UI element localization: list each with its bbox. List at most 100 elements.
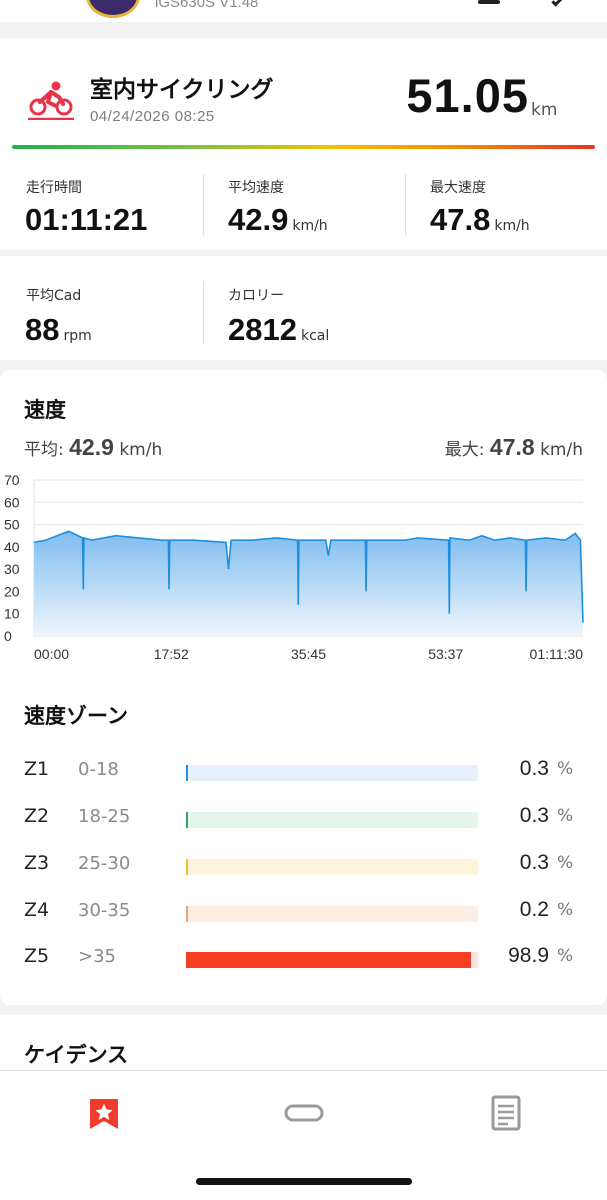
divider <box>203 282 204 344</box>
max-speed-unit: km/h <box>494 218 530 234</box>
avg-speed-unit: km/h <box>292 218 328 234</box>
distance-value: 51.05 <box>406 69 529 122</box>
bookmark-star-icon[interactable] <box>84 1093 124 1133</box>
y-tick-label: 60 <box>4 494 20 510</box>
y-tick-label: 10 <box>4 606 20 622</box>
avg-speed-label: 平均速度 <box>228 180 284 196</box>
zone-percent-symbol: % <box>557 853 574 873</box>
x-tick-label: 17:52 <box>154 646 189 662</box>
avg-cad-value: 88 rpm <box>25 312 92 348</box>
speed-max-label: 最大: <box>444 440 485 460</box>
speed-avg-unit: km/h <box>119 440 163 460</box>
y-tick-label: 50 <box>4 517 20 533</box>
zone-row-z5: Z5 >35 98.9% <box>0 943 607 973</box>
link-icon[interactable] <box>284 1093 324 1133</box>
zone-row-z3: Z3 25-30 0.3% <box>0 850 607 880</box>
speed-chart[interactable]: 70 60 50 40 30 20 10 0 00:00 17:52 35:45 53:37 01:11… <box>0 470 607 670</box>
zone-fill <box>186 952 471 968</box>
zone-name: Z3 <box>24 852 50 874</box>
y-tick-label: 70 <box>4 472 20 488</box>
zone-fill <box>186 765 188 781</box>
zone-track <box>186 859 478 875</box>
zone-percent-symbol: % <box>557 759 574 779</box>
home-indicator <box>196 1178 412 1185</box>
y-tick-label: 30 <box>4 561 20 577</box>
zone-percent: 0.3 <box>519 757 549 780</box>
chevron-icon[interactable] <box>551 0 563 7</box>
avg-cad-number: 88 <box>25 312 60 347</box>
zone-name: Z2 <box>24 805 50 827</box>
calories-label: カロリー <box>228 288 284 304</box>
max-speed-value: 47.8 km/h <box>430 202 530 238</box>
document-icon[interactable] <box>486 1093 526 1133</box>
calories-unit: kcal <box>300 328 330 344</box>
zone-range: 25-30 <box>78 853 131 874</box>
x-tick-label: 35:45 <box>291 646 326 662</box>
zone-track <box>186 952 478 968</box>
zone-range: 18-25 <box>78 806 131 827</box>
avg-cad-unit: rpm <box>63 328 92 344</box>
cadence-title: ケイデンス <box>24 1043 129 1067</box>
avatar[interactable] <box>86 0 140 18</box>
distance-unit: km <box>531 100 558 120</box>
speed-max-unit: km/h <box>540 440 583 460</box>
zone-percent-symbol: % <box>557 806 574 826</box>
calories-number: 2812 <box>228 312 297 347</box>
calories-value: 2812 kcal <box>228 312 329 348</box>
device-name: iGS630S V1.48 <box>155 0 259 11</box>
zone-percent-symbol: % <box>557 946 574 966</box>
speed-max-value: 47.8 <box>489 434 535 460</box>
speed-avg-value: 42.9 <box>69 434 114 460</box>
x-tick-label: 53:37 <box>428 646 463 662</box>
zone-fill <box>186 906 188 922</box>
zone-track <box>186 906 478 922</box>
y-tick-label: 20 <box>4 583 20 599</box>
zone-percent: 0.2 <box>519 898 549 921</box>
indoor-cycling-icon <box>28 81 74 120</box>
max-speed-label: 最大速度 <box>430 180 486 196</box>
zone-name: Z4 <box>24 899 50 921</box>
y-tick-label: 0 <box>4 628 12 644</box>
speed-area <box>34 531 583 636</box>
speed-title: 速度 <box>24 398 66 422</box>
zone-name: Z1 <box>24 758 50 780</box>
y-tick-label: 40 <box>4 539 20 555</box>
zone-track <box>186 765 478 781</box>
cadence-card: ケイデンス <box>0 1015 607 1075</box>
speed-max: 最大: 47.8 km/h <box>445 434 583 461</box>
avg-cad-label: 平均Cad <box>26 288 82 304</box>
zone-range: 30-35 <box>78 900 131 921</box>
max-speed-number: 47.8 <box>430 202 491 237</box>
zone-track <box>186 812 478 828</box>
zone-row-z2: Z2 18-25 0.3% <box>0 803 607 833</box>
zone-row-z1: Z1 0-18 0.3% <box>0 756 607 786</box>
zone-name: Z5 <box>24 945 50 967</box>
zone-fill <box>186 812 188 828</box>
activity-title: 室内サイクリング <box>90 77 274 103</box>
time-value: 01:11:21 <box>25 202 147 238</box>
zone-percent: 98.9 <box>508 944 549 967</box>
x-tick-label: 01:11:30 <box>530 646 584 662</box>
speed-avg-label: 平均: <box>24 440 64 460</box>
top-header: iGS630S V1.48 <box>0 0 607 22</box>
intensity-gradient-bar <box>12 145 595 149</box>
zone-fill <box>186 859 188 875</box>
zone-row-z4: Z4 30-35 0.2% <box>0 897 607 927</box>
speed-zones-title: 速度ゾーン <box>24 704 128 728</box>
activity-datetime: 04/24/2026 08:25 <box>90 108 215 125</box>
time-value-text: 01:11:21 <box>25 202 148 237</box>
avg-speed-value: 42.9 km/h <box>228 202 328 238</box>
time-label: 走行時間 <box>26 180 82 196</box>
menu-icon[interactable] <box>478 0 500 4</box>
divider <box>405 174 406 236</box>
zone-percent: 0.3 <box>519 804 549 827</box>
zone-percent-symbol: % <box>557 900 574 920</box>
divider <box>203 174 204 236</box>
avg-speed-number: 42.9 <box>228 202 289 237</box>
x-tick-label: 00:00 <box>34 646 69 662</box>
speed-avg: 平均: 42.9 km/h <box>24 434 162 461</box>
zone-range: 0-18 <box>78 759 119 780</box>
stats-row-1: 走行時間 01:11:21 平均速度 42.9 km/h 最大速度 47.8 km/… <box>0 158 607 250</box>
zone-percent: 0.3 <box>519 851 549 874</box>
stats-row-2: 平均Cad 88 rpm カロリー 2812 kcal <box>0 256 607 360</box>
